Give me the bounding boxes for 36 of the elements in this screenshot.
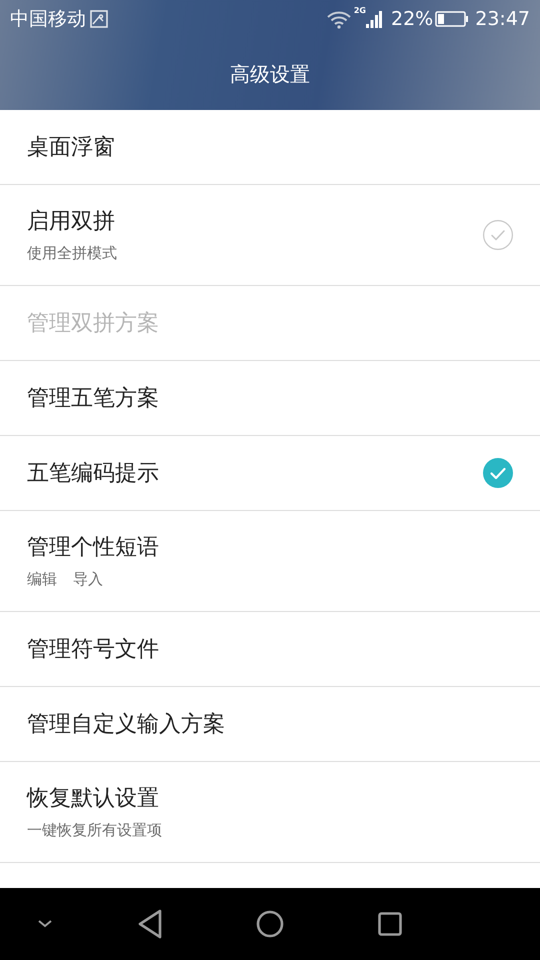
- network-type: 2G: [354, 5, 366, 17]
- settings-row[interactable]: 管理自定义输入方案: [0, 687, 540, 762]
- battery-percent: 22%: [391, 6, 434, 32]
- clock-time: 23:47: [475, 6, 530, 32]
- settings-row[interactable]: 桌面浮窗: [0, 110, 540, 185]
- checked-icon[interactable]: [483, 458, 513, 488]
- settings-row[interactable]: 管理五笔方案: [0, 361, 540, 436]
- settings-row[interactable]: 启用双拼 使用全拼模式: [0, 185, 540, 286]
- back-icon[interactable]: [137, 909, 163, 939]
- row-subtitle: 使用全拼模式: [27, 243, 117, 264]
- chevron-down-icon[interactable]: [38, 920, 52, 928]
- row-title: 管理自定义输入方案: [27, 710, 226, 738]
- row-title: 桌面浮窗: [27, 134, 116, 162]
- row-title: 启用双拼: [27, 208, 116, 236]
- carrier-name: 中国移动: [10, 6, 86, 32]
- battery-icon: [435, 11, 470, 27]
- recent-apps-icon[interactable]: [378, 912, 402, 936]
- home-icon[interactable]: [256, 910, 284, 938]
- settings-row[interactable]: 管理个性短语 编辑 导入: [0, 511, 540, 612]
- row-subtitle: 一键恢复所有设置项: [27, 820, 162, 842]
- row-title: 五笔编码提示: [27, 460, 160, 488]
- settings-row[interactable]: 恢复默认设置 一键恢复所有设置项: [0, 762, 540, 863]
- image-icon: [90, 10, 108, 28]
- signal-icon: [366, 10, 382, 28]
- row-title: 管理双拼方案: [27, 310, 160, 338]
- page-title: 高级设置: [230, 61, 310, 88]
- row-title: 管理符号文件: [27, 636, 160, 664]
- row-subtitle: 导入: [73, 569, 103, 590]
- row-title: 恢复默认设置: [27, 785, 160, 814]
- row-title: 管理个性短语: [27, 534, 160, 562]
- row-subtitle: 编辑: [27, 569, 57, 590]
- settings-row[interactable]: 管理符号文件: [0, 612, 540, 687]
- row-title: 管理五笔方案: [27, 384, 160, 412]
- settings-row[interactable]: 五笔编码提示: [0, 436, 540, 511]
- wifi-icon: [326, 9, 352, 29]
- unchecked-icon[interactable]: [483, 220, 513, 250]
